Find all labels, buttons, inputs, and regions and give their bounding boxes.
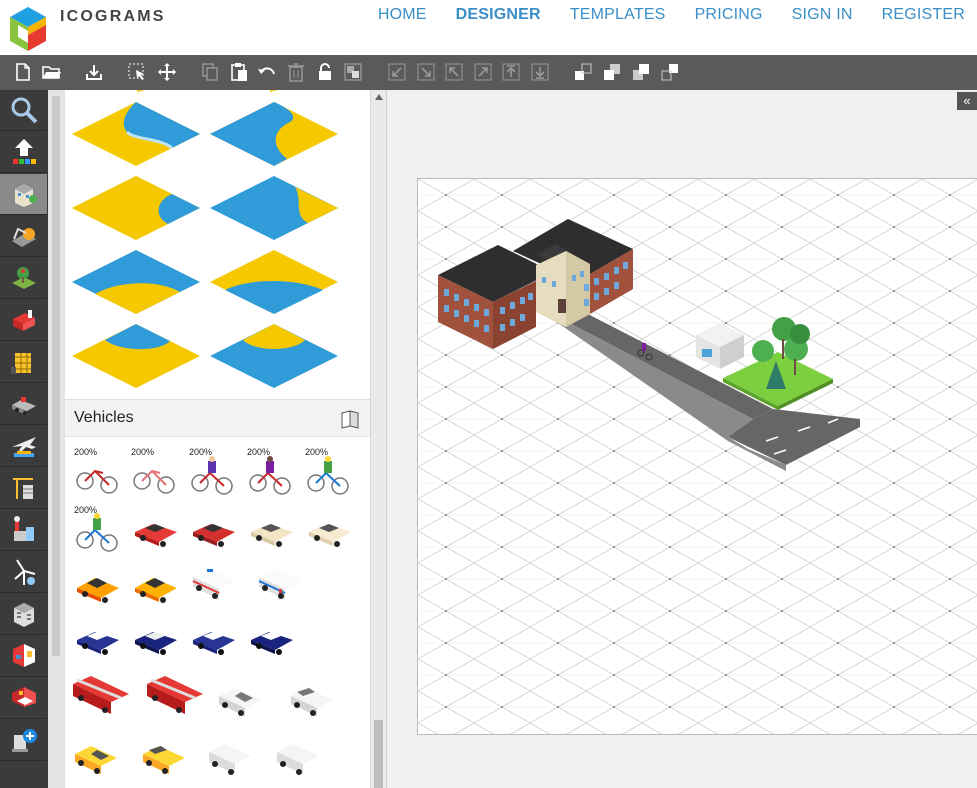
- align-top-left-icon[interactable]: [443, 61, 465, 83]
- vehicles-section-title: Vehicles: [74, 409, 134, 426]
- category-building-cranes-icon[interactable]: [0, 342, 47, 383]
- category-sidebar: [0, 90, 48, 788]
- nav-register[interactable]: REGISTER: [882, 6, 965, 24]
- category-construction-icon[interactable]: [0, 216, 47, 257]
- icograms-logo-icon[interactable]: [6, 5, 56, 53]
- category-medical-icon[interactable]: [0, 720, 47, 761]
- category-search-icon[interactable]: [0, 90, 47, 131]
- copy-icon[interactable]: [199, 61, 221, 83]
- category-vehicles-icon[interactable]: [0, 384, 47, 425]
- cyclist-icon[interactable]: [246, 455, 296, 495]
- water-tile[interactable]: [210, 250, 338, 314]
- cyclist-icon[interactable]: [304, 455, 354, 495]
- cyclist-icon[interactable]: [188, 455, 238, 495]
- orange-car-icon[interactable]: [131, 568, 181, 608]
- category-interior-icon[interactable]: [0, 636, 47, 677]
- orange-car-icon[interactable]: [73, 568, 123, 608]
- ambulance-icon[interactable]: [189, 563, 239, 603]
- library-scroll-thumb[interactable]: [374, 720, 383, 788]
- align-bottom-right-icon[interactable]: [415, 61, 437, 83]
- fire-truck-icon[interactable]: [145, 670, 205, 720]
- water-tiles-grid: [65, 90, 370, 396]
- logo-wordmark[interactable]: ICOGRAMS: [60, 8, 166, 26]
- white-minivan-icon[interactable]: [273, 738, 323, 778]
- category-office-icon[interactable]: [0, 594, 47, 635]
- scroll-up-arrow-icon[interactable]: [375, 94, 383, 100]
- group-icon[interactable]: [342, 61, 364, 83]
- water-tile[interactable]: [72, 250, 200, 314]
- paste-icon[interactable]: [228, 61, 250, 83]
- water-tile[interactable]: [210, 324, 338, 388]
- category-airplane-icon[interactable]: [0, 426, 47, 467]
- library-scrollbar[interactable]: [370, 90, 386, 788]
- white-van-icon[interactable]: [215, 680, 265, 720]
- nav-designer[interactable]: DESIGNER: [456, 6, 541, 24]
- bicycle-icon[interactable]: [73, 455, 123, 495]
- send-to-back-icon[interactable]: [659, 61, 681, 83]
- isometric-grid: [418, 179, 977, 734]
- nav-templates[interactable]: TEMPLATES: [570, 6, 666, 24]
- library-panel: Vehicles 200% 200% 200% 200% 200% 200%: [65, 90, 370, 788]
- police-car-icon[interactable]: [189, 620, 239, 660]
- lock-icon[interactable]: [314, 61, 336, 83]
- bring-forward-icon[interactable]: [601, 61, 623, 83]
- fire-truck-icon[interactable]: [71, 670, 131, 720]
- red-car-icon[interactable]: [189, 512, 239, 552]
- yellow-van-icon[interactable]: [71, 738, 121, 778]
- beige-car-icon[interactable]: [305, 512, 355, 552]
- category-scrollbar[interactable]: [48, 90, 65, 788]
- category-buildings-icon[interactable]: [0, 174, 47, 215]
- book-icon[interactable]: [340, 409, 360, 429]
- move-down-icon[interactable]: [529, 61, 551, 83]
- category-factory-icon[interactable]: [0, 510, 47, 551]
- move-icon[interactable]: [156, 61, 178, 83]
- water-tile[interactable]: [72, 176, 200, 240]
- nav-sign-in[interactable]: SIGN IN: [792, 6, 853, 24]
- delete-icon[interactable]: [285, 61, 307, 83]
- police-car-icon[interactable]: [73, 620, 123, 660]
- white-minivan-icon[interactable]: [205, 738, 255, 778]
- cyclist-icon[interactable]: [73, 512, 123, 552]
- align-bottom-left-icon[interactable]: [386, 61, 408, 83]
- category-nature-icon[interactable]: [0, 258, 47, 299]
- ambulance-icon[interactable]: [255, 563, 305, 603]
- designer-toolbar: [0, 55, 977, 90]
- main-nav: HOME DESIGNER TEMPLATES PRICING SIGN IN …: [378, 6, 965, 24]
- nav-pricing[interactable]: PRICING: [695, 6, 763, 24]
- category-windmill-icon[interactable]: [0, 552, 47, 593]
- category-construction-tower-icon[interactable]: [0, 468, 47, 509]
- yellow-van-icon[interactable]: [139, 738, 189, 778]
- water-tile[interactable]: [210, 176, 338, 240]
- red-car-icon[interactable]: [131, 512, 181, 552]
- align-top-right-icon[interactable]: [472, 61, 494, 83]
- category-bedroom-icon[interactable]: [0, 678, 47, 719]
- design-canvas[interactable]: [417, 178, 977, 735]
- category-scroll-thumb[interactable]: [52, 96, 60, 656]
- nav-home[interactable]: HOME: [378, 6, 427, 24]
- save-download-icon[interactable]: [83, 61, 105, 83]
- police-car-icon[interactable]: [247, 620, 297, 660]
- send-backward-icon[interactable]: [630, 61, 652, 83]
- white-van-icon[interactable]: [287, 680, 337, 720]
- move-up-icon[interactable]: [500, 61, 522, 83]
- collapse-panel-button[interactable]: «: [957, 92, 977, 110]
- category-arrows-icon[interactable]: [0, 132, 47, 173]
- water-tile[interactable]: [210, 102, 338, 166]
- beige-car-icon[interactable]: [247, 512, 297, 552]
- new-file-icon[interactable]: [12, 61, 34, 83]
- category-shop-icon[interactable]: [0, 300, 47, 341]
- bring-to-front-icon[interactable]: [572, 61, 594, 83]
- vehicles-section-header[interactable]: Vehicles: [65, 399, 370, 437]
- undo-icon[interactable]: [256, 61, 278, 83]
- canvas-workspace[interactable]: «: [386, 90, 977, 788]
- water-tile[interactable]: [72, 324, 200, 388]
- water-tile[interactable]: [72, 102, 200, 166]
- police-car-icon[interactable]: [131, 620, 181, 660]
- bicycle-icon[interactable]: [130, 455, 180, 495]
- top-header: ICOGRAMS HOME DESIGNER TEMPLATES PRICING…: [0, 0, 977, 55]
- select-icon[interactable]: [126, 61, 148, 83]
- open-folder-icon[interactable]: [40, 61, 62, 83]
